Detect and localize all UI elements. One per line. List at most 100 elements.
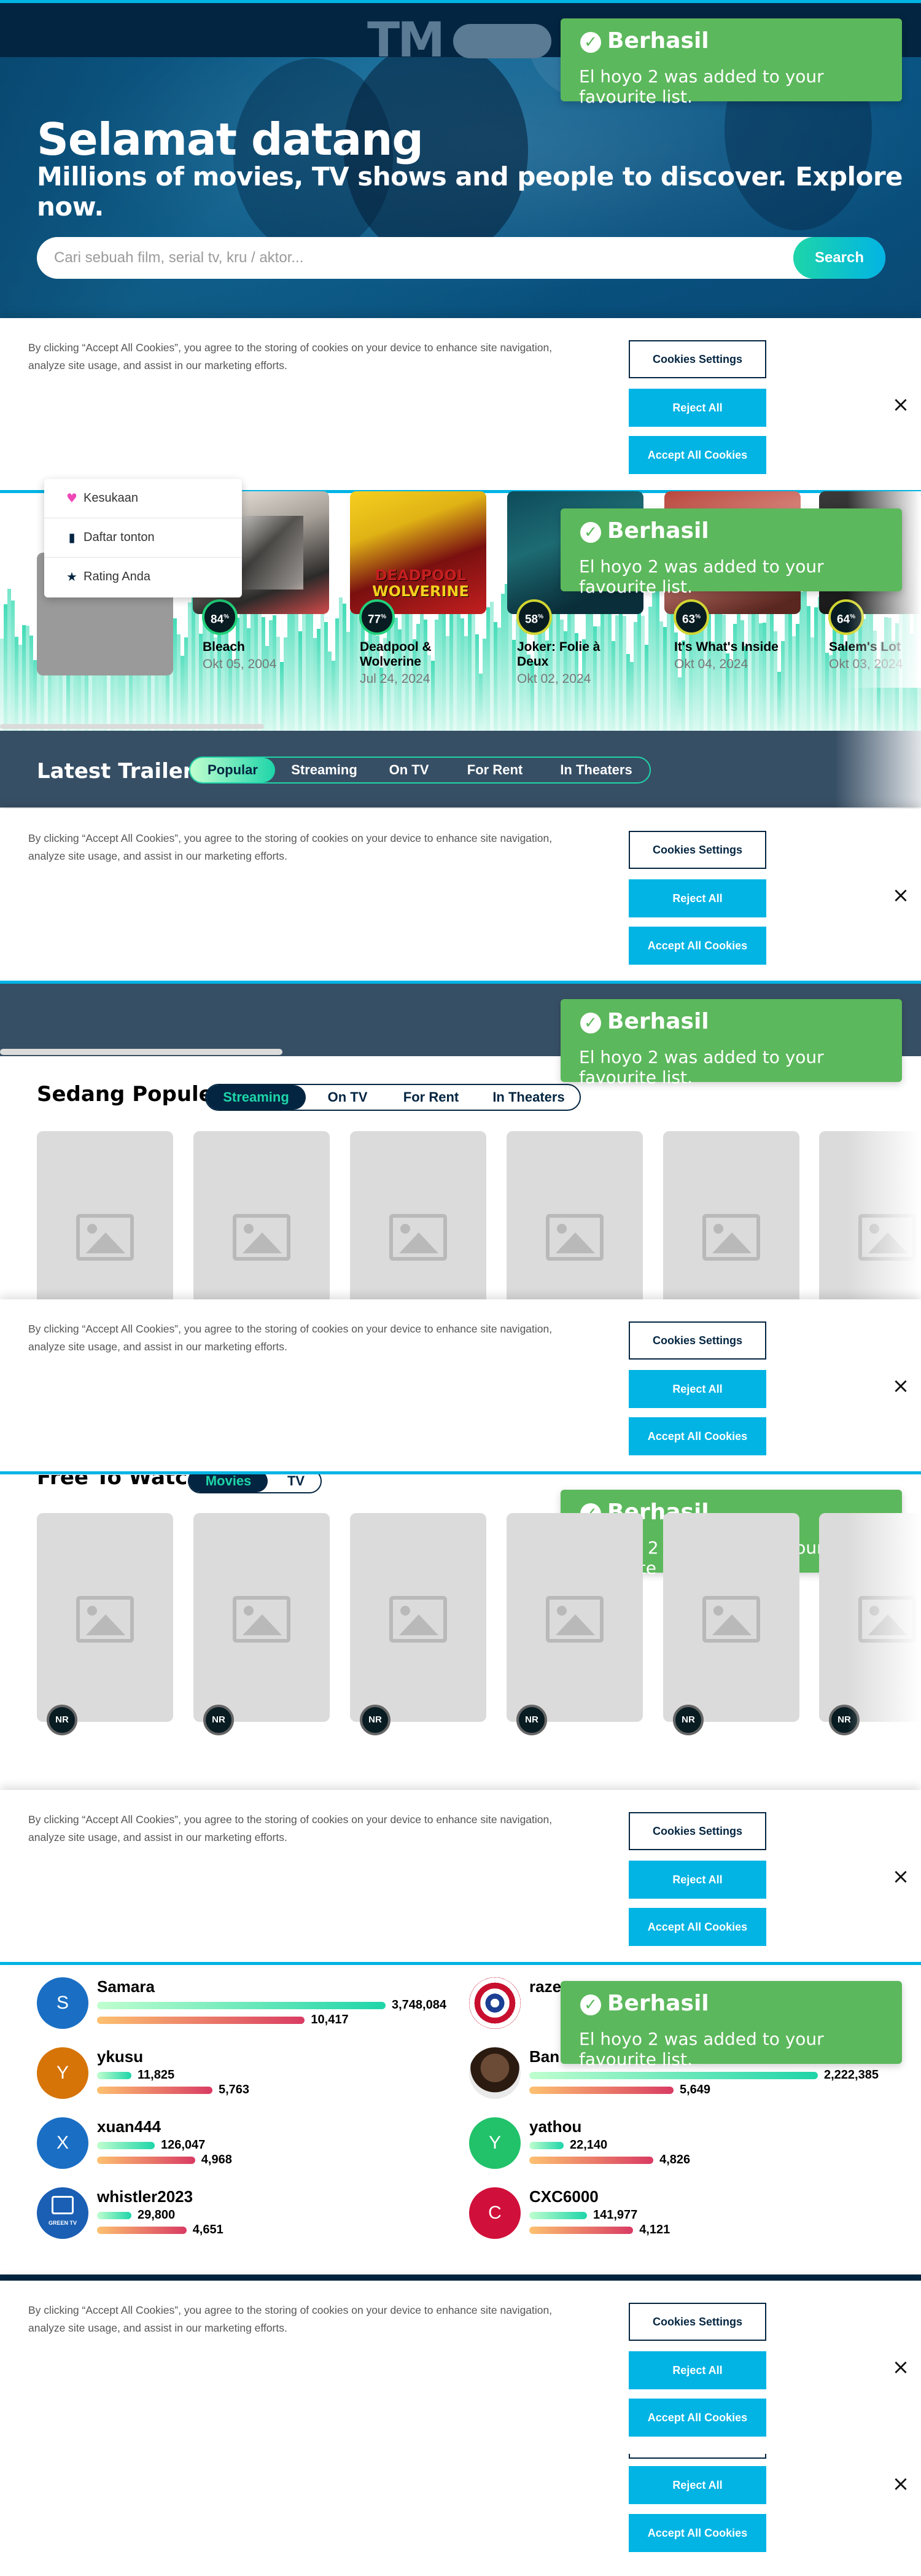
movie-poster[interactable]: DEADPOOL WOLVERINE xyxy=(350,491,486,614)
menu-item-favorites[interactable]: ♥ Kesukaan xyxy=(44,479,242,518)
tab-streaming[interactable]: Streaming xyxy=(206,1085,306,1110)
check-circle-icon: ✓ xyxy=(580,1013,601,1033)
close-icon[interactable]: × xyxy=(890,2473,911,2494)
edits-bar xyxy=(97,2002,386,2009)
section-title: Sedang Populer xyxy=(37,1082,223,1107)
edits-count: 22,140 xyxy=(570,2138,608,2152)
cookie-banner: By clicking “Accept All Cookies”, you ag… xyxy=(0,1790,921,1963)
edits-count: 2,222,385 xyxy=(824,2068,879,2082)
tab-for-rent[interactable]: For Rent xyxy=(388,1085,474,1110)
reject-all-button[interactable]: Reject All xyxy=(629,1370,766,1408)
release-date: Jul 24, 2024 xyxy=(360,672,430,686)
reject-all-button[interactable]: Reject All xyxy=(629,2351,766,2389)
avatar[interactable]: S xyxy=(37,1977,88,2029)
avatar[interactable]: C xyxy=(469,2187,521,2239)
avatar[interactable]: Y xyxy=(37,2047,88,2099)
contributor-name[interactable]: xuan444 xyxy=(97,2117,161,2136)
accept-all-cookies-button[interactable]: Accept All Cookies xyxy=(629,2399,766,2437)
accept-all-cookies-button[interactable]: Accept All Cookies xyxy=(629,1908,766,1946)
user-score-ring: 58% xyxy=(516,599,552,635)
cookies-settings-button[interactable]: Cookies Settings xyxy=(629,1812,766,1850)
image-placeholder-icon xyxy=(389,1596,447,1643)
reject-all-button[interactable]: Reject All xyxy=(629,2466,766,2504)
contributor-name[interactable]: raze xyxy=(529,1977,561,1996)
success-toast[interactable]: ✓ Berhasil El hoyo 2 was added to your f… xyxy=(561,508,902,597)
tab-streaming[interactable]: Streaming xyxy=(281,758,367,782)
accept-all-cookies-button[interactable]: Accept All Cookies xyxy=(629,927,766,965)
search-input[interactable] xyxy=(54,237,779,279)
image-placeholder-icon xyxy=(76,1214,134,1261)
contributor-name[interactable]: Samara xyxy=(97,1977,155,1996)
cookies-settings-button[interactable]: Cookies Settings xyxy=(629,831,766,869)
avatar[interactable]: Y xyxy=(469,2117,521,2169)
image-placeholder-icon xyxy=(546,1214,604,1261)
close-icon[interactable]: × xyxy=(890,885,911,906)
toast-message: El hoyo 2 was added to your favourite li… xyxy=(579,1047,824,1088)
success-toast[interactable]: ✓ Berhasil El hoyo 2 was added to your f… xyxy=(561,1981,902,2069)
cookie-banner: By clicking “Accept All Cookies”, you ag… xyxy=(0,809,921,982)
close-icon[interactable]: × xyxy=(890,1376,911,1396)
avatar[interactable] xyxy=(469,1977,521,2029)
tab-for-rent[interactable]: For Rent xyxy=(452,758,538,782)
other-bar xyxy=(97,2157,195,2164)
edits-bar xyxy=(529,2142,564,2149)
success-toast[interactable]: ✓ Berhasil El hoyo 2 was added to your f… xyxy=(561,18,902,107)
movie-title[interactable]: Joker: Folie à Deux xyxy=(517,640,628,669)
close-icon[interactable]: × xyxy=(890,1866,911,1887)
cookies-settings-button[interactable]: Cookies Settings xyxy=(629,1321,766,1360)
tab-in-theaters[interactable]: In Theaters xyxy=(543,758,650,782)
edits-bar xyxy=(97,2142,155,2149)
check-circle-icon: ✓ xyxy=(580,32,601,53)
tab-on-tv[interactable]: On TV xyxy=(372,758,446,782)
menu-item-your-rating[interactable]: ★ Rating Anda xyxy=(44,558,242,597)
scrollbar[interactable] xyxy=(0,1049,282,1055)
check-circle-icon: ✓ xyxy=(580,522,601,543)
movie-title[interactable]: It's What's Inside xyxy=(674,640,815,655)
hero-subtitle: Millions of movies, TV shows and people … xyxy=(37,161,903,222)
logo-pill-shape xyxy=(453,24,551,58)
other-bar xyxy=(529,2157,654,2164)
toast-title: Berhasil xyxy=(607,1009,709,1034)
reject-all-button[interactable]: Reject All xyxy=(629,389,766,427)
tab-on-tv[interactable]: On TV xyxy=(311,1085,384,1110)
success-toast[interactable]: ✓ Berhasil El hoyo 2 was added to your f… xyxy=(561,999,902,1088)
other-count: 5,649 xyxy=(680,2083,711,2096)
scrollbar[interactable] xyxy=(0,724,264,729)
close-icon[interactable]: × xyxy=(890,2357,911,2378)
contributor-name[interactable]: CXC6000 xyxy=(529,2187,599,2206)
cookies-settings-button[interactable]: Cookies Settings xyxy=(629,2303,766,2341)
site-logo[interactable]: TM xyxy=(367,17,445,64)
cookie-banner: By clicking “Accept All Cookies”, you ag… xyxy=(0,318,921,491)
menu-item-watchlist[interactable]: ▮ Daftar tonton xyxy=(44,518,242,558)
reject-all-button[interactable]: Reject All xyxy=(629,879,766,917)
contributor-name[interactable]: Ban xyxy=(529,2047,559,2066)
accept-all-cookies-button[interactable]: Accept All Cookies xyxy=(629,2514,766,2552)
user-score-ring: 77% xyxy=(359,599,395,635)
avatar[interactable] xyxy=(469,2047,521,2099)
cookies-settings-button[interactable] xyxy=(629,2454,766,2459)
avatar[interactable]: X xyxy=(37,2117,88,2169)
contributor-name[interactable]: whistler2023 xyxy=(97,2187,193,2206)
movie-title[interactable]: Bleach xyxy=(203,640,332,655)
accept-all-cookies-button[interactable]: Accept All Cookies xyxy=(629,1417,766,1455)
other-bar xyxy=(97,2017,305,2024)
section-accent-line xyxy=(0,1962,921,1965)
search-bar: Search xyxy=(37,237,885,279)
reject-all-button[interactable]: Reject All xyxy=(629,1861,766,1899)
contributor-name[interactable]: ykusu xyxy=(97,2047,143,2066)
popular-tab-switcher: Streaming On TV For Rent In Theaters xyxy=(205,1084,581,1111)
release-date: Okt 02, 2024 xyxy=(517,672,591,686)
edits-count: 29,800 xyxy=(138,2208,176,2222)
tab-popular[interactable]: Popular xyxy=(190,758,275,782)
movie-title[interactable]: Deadpool & Wolverine xyxy=(360,640,470,669)
avatar[interactable]: GREEN TV xyxy=(37,2187,88,2239)
cookies-settings-button[interactable]: Cookies Settings xyxy=(629,340,766,378)
search-button[interactable]: Search xyxy=(793,237,885,279)
other-bar xyxy=(529,2087,674,2094)
accept-all-cookies-button[interactable]: Accept All Cookies xyxy=(629,436,766,474)
close-icon[interactable]: × xyxy=(890,394,911,415)
edits-count: 3,748,084 xyxy=(392,1998,446,2012)
tab-in-theaters[interactable]: In Theaters xyxy=(478,1085,580,1110)
edits-bar xyxy=(97,2072,131,2079)
contributor-name[interactable]: yathou xyxy=(529,2117,581,2136)
